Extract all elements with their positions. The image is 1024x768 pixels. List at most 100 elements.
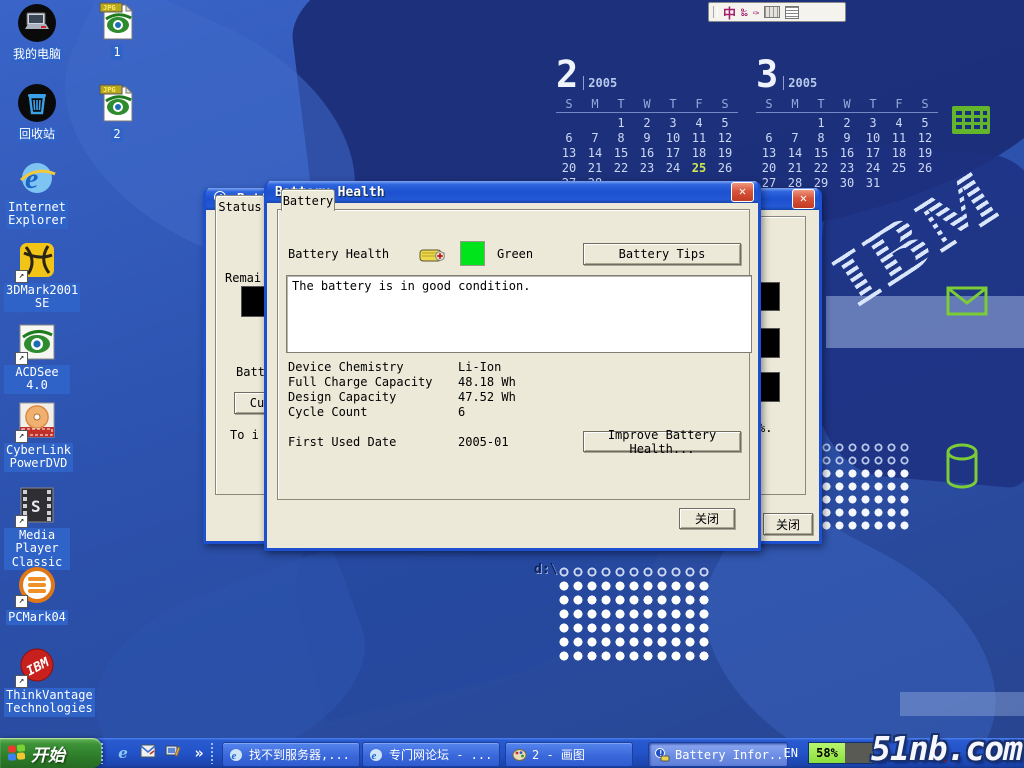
svg-text:JPG: JPG [103,4,116,12]
calendar-day: 13 [556,146,582,161]
3dmark-icon[interactable]: ↗ [17,241,57,281]
calendar-day: 31 [860,176,886,191]
desktop-icon-my-computer[interactable]: 我的电脑 [4,3,70,62]
thinkvantage-icon[interactable]: IBM ↗ [17,646,57,686]
calendar-day: 11 [886,131,912,146]
dot-pattern [820,467,912,532]
dot-pattern [557,579,711,665]
calendar-day: 6 [756,131,782,146]
jpg-file-icon[interactable]: JPG [97,83,137,123]
calendar-day: 30 [834,176,860,191]
pcmark-icon[interactable]: ↗ [17,566,57,606]
desktop-icon-3dmark2001[interactable]: ↗ 3DMark2001 SE [4,241,70,312]
desktop-icon-media-player-classic[interactable]: S ↗ Media Player Classic [4,486,70,570]
taskbar-grip[interactable] [100,742,104,764]
desktop-icon-internet-explorer[interactable]: e Internet Explorer [4,158,70,229]
internet-explorer-icon[interactable]: e [17,158,57,198]
calendar-day [556,116,582,131]
ie-icon: e [229,748,244,762]
calendar-day: 18 [686,146,712,161]
chinese-ime-icon[interactable]: 中 [723,3,736,22]
taskbar-grip[interactable] [210,742,214,764]
icon-label: ThinkVantage Technologies [4,688,95,717]
calendar-day-header: W [834,97,860,113]
close-button[interactable]: ✕ [792,189,815,209]
dot-pattern [557,565,711,579]
field-value: 47.52 Wh [458,390,516,404]
fullwidth-icon[interactable]: ‰ [741,6,748,19]
calendar-day: 22 [608,161,634,176]
show-desktop-icon[interactable] [164,744,182,762]
tray-battery-meter[interactable]: 58% [808,742,874,764]
icon-label: ACDSee 4.0 [4,365,70,394]
wallpaper-shape [69,547,390,768]
tab-status[interactable]: Status [215,195,265,218]
dialog-titlebar[interactable]: Battery Health ✕ [267,181,758,203]
desktop-icon-jpg-2[interactable]: JPG 2 [84,83,150,142]
media-player-classic-icon[interactable]: S ↗ [17,486,57,526]
drag-handle-icon[interactable] [713,6,718,18]
calendar-day: 2 [834,116,860,131]
desktop-icon-powerdvd[interactable]: ↗ CyberLink PowerDVD [4,401,70,472]
calendar-day: 26 [912,161,938,176]
task-button-paint[interactable]: 2 - 画图 [505,742,633,767]
tab-battery[interactable]: Battery [281,189,335,211]
calendar-day-header: T [608,97,634,113]
desktop-icon-recycle-bin[interactable]: 回收站 [4,83,70,142]
close-window-button[interactable]: 关闭 [763,513,813,535]
calendar-month: 2 [556,53,578,96]
task-button-forum[interactable]: e 专门网论坛 - ... [362,742,500,767]
calendar-day: 26 [712,161,738,176]
language-bar[interactable]: 中 ‰ ✑ [708,2,846,22]
desktop-icon-jpg-1[interactable]: JPG 1 [84,1,150,60]
close-button[interactable]: ✕ [731,182,754,202]
desktop: IBM d:\ 22005 SMTWTFS1234567891011121314… [0,0,1024,768]
improve-battery-health-button[interactable]: Improve Battery Health... [583,431,741,452]
desktop-icon-pcmark04[interactable]: ↗ PCMark04 [4,566,70,625]
task-button-server-not-found[interactable]: e 找不到服务器,... [222,742,360,767]
battery-tips-button[interactable]: Battery Tips [583,243,741,265]
acdsee-icon[interactable]: ↗ [17,323,57,363]
start-button[interactable]: 开始 [0,738,102,768]
recycle-bin-icon[interactable] [17,83,57,123]
jpg-file-icon[interactable]: JPG [97,1,137,41]
calendar-day: 9 [634,131,660,146]
menu-icon[interactable] [785,6,799,19]
condition-textbox[interactable]: The battery is in good condition. [286,275,752,353]
calendar-day [886,176,912,191]
task-button-battery-information[interactable]: ! Battery Infor... [648,742,788,767]
calendar-day: 20 [756,161,782,176]
close-dialog-button[interactable]: 关闭 [679,508,735,529]
pen-icon[interactable]: ✑ [753,6,760,19]
language-indicator[interactable]: EN [784,746,798,760]
to-i-label-fragment: To i [230,428,259,442]
calendar-day: 19 [912,146,938,161]
calendar-day-header: T [660,97,686,113]
calendar-day [582,116,608,131]
icon-label: PCMark04 [6,610,68,625]
paint-icon [512,748,527,762]
shortcut-arrow-icon: ↗ [15,515,28,528]
calendar-day: 1 [608,116,634,131]
powerdvd-icon[interactable]: ↗ [17,401,57,441]
icon-label: 2 [111,127,122,142]
calendar-day: 8 [808,131,834,146]
calendar-day-header: S [756,97,782,113]
calendar-day: 10 [660,131,686,146]
svg-text:S: S [31,497,41,516]
shortcut-arrow-icon: ↗ [15,595,28,608]
calendar-day-header: S [556,97,582,113]
my-computer-icon[interactable] [17,3,57,43]
calendar-year: 2005 [783,76,817,90]
calendar-day: 3 [860,116,886,131]
icon-label: CyberLink PowerDVD [4,443,73,472]
desktop-icon-acdsee[interactable]: ↗ ACDSee 4.0 [4,323,70,394]
wallpaper-band [900,692,1024,716]
quicklaunch-ie-icon[interactable]: e [114,744,132,762]
svg-text:e: e [372,750,377,762]
quicklaunch-chevron[interactable]: » [190,744,208,762]
keyboard-icon[interactable] [764,6,780,18]
desktop-icon-thinkvantage[interactable]: IBM ↗ ThinkVantage Technologies [4,646,70,717]
battery-health-dialog[interactable]: Battery Health ✕ Battery Battery Health … [264,181,761,551]
quicklaunch-outlook-icon[interactable] [139,744,157,762]
